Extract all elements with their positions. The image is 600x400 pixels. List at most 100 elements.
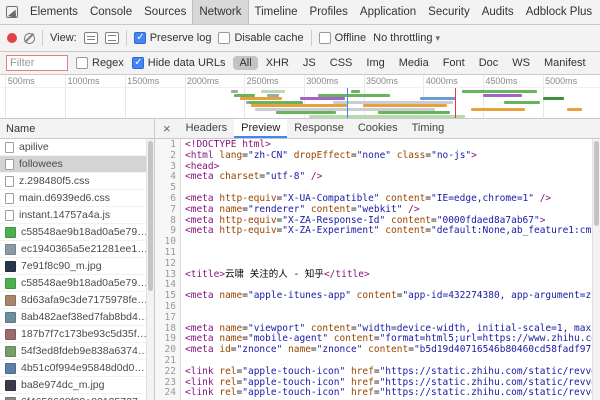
waterfall-bar [300,97,345,100]
request-row[interactable]: instant.14757a4a.js [0,207,154,224]
hide-data-urls-checkbox[interactable]: Hide data URLs [132,57,226,69]
filter-type-ws[interactable]: WS [506,56,536,70]
request-row[interactable]: 8ab482aef38ed7fab8bd4314d7d2c4 [0,309,154,326]
waterfall-bar [543,97,564,100]
panel-tabs: ElementsConsoleSourcesNetworkTimelinePro… [24,0,598,24]
request-name: c58548ae9b18ad0a5e79f64e85329f [21,277,149,289]
waterfall-area [0,88,600,118]
request-row[interactable]: ba8e974dc_m.jpg [0,377,154,394]
filter-type-js[interactable]: JS [297,56,322,70]
view-list-icon[interactable] [84,32,98,44]
tab-timing[interactable]: Timing [405,119,452,138]
filter-type-media[interactable]: Media [393,56,435,70]
filter-type-all[interactable]: All [233,56,257,70]
line-number: 7 [155,205,176,216]
tab-cookies[interactable]: Cookies [351,119,405,138]
code-token: <link [185,387,214,398]
record-button[interactable] [7,33,17,43]
scrollbar-thumb[interactable] [148,141,153,291]
throttling-dropdown[interactable]: No throttling ▾ [373,32,440,44]
code-token: "webkit" [357,204,403,215]
code-token: rel [219,387,236,398]
devtools-window: ElementsConsoleSourcesNetworkTimelinePro… [0,0,600,400]
request-name: apilive [19,141,49,153]
code-token: name [219,333,242,344]
filter-type-css[interactable]: CSS [324,56,359,70]
tab-timeline[interactable]: Timeline [249,0,304,24]
code-token: "app-id=432274380, app-argument=zhihu://… [402,290,600,301]
preserve-log-label: Preserve log [150,32,212,44]
waterfall-bar [483,94,522,97]
tab-elements[interactable]: Elements [24,0,84,24]
checkbox-icon [132,57,144,69]
code-token: content [311,204,351,215]
request-row[interactable]: main.d6939ed6.css [0,190,154,207]
request-row[interactable]: 54f3ed8fdeb9e838a6374f85cd2ea1 [0,343,154,360]
tab-profiles[interactable]: Profiles [304,0,354,24]
tab-headers[interactable]: Headers [179,119,235,138]
tab-adblock-plus[interactable]: Adblock Plus [520,0,598,24]
filter-type-doc[interactable]: Doc [473,56,505,70]
preserve-log-checkbox[interactable]: Preserve log [134,32,212,44]
tab-console[interactable]: Console [84,0,138,24]
scrollbar-thumb[interactable] [594,141,599,226]
checkbox-icon [76,57,88,69]
image-thumb-icon [5,278,16,289]
request-row[interactable]: z.298480f5.css [0,173,154,190]
disable-cache-checkbox[interactable]: Disable cache [218,32,303,44]
tab-network[interactable]: Network [192,0,248,24]
filter-type-img[interactable]: Img [360,56,390,70]
timeline-overview[interactable]: 500ms1000ms1500ms2000ms2500ms3000ms3500m… [0,75,600,119]
request-row[interactable]: 8d63afa9c3de7175978fe85a5d4312 [0,292,154,309]
code-line [185,248,600,259]
code-token: <meta [185,344,214,355]
filter-type-xhr[interactable]: XHR [260,56,295,70]
request-row[interactable]: c58548ae9b18ad0a5e79f64e85329f [0,275,154,292]
code-token: dropEffect [294,150,351,161]
inspect-element-icon[interactable] [6,6,18,18]
code-token: "default:None,ab_feature1:cmt_v1" [431,225,600,236]
waterfall-bar [420,97,456,100]
tab-audits[interactable]: Audits [476,0,520,24]
request-row[interactable]: 187b7f7c173be93c5d35fe2a0d8c31 [0,326,154,343]
scrollbar[interactable] [146,139,154,400]
name-column-header[interactable]: Name [0,119,154,139]
code-token: "znonce" [237,344,283,355]
network-filter-bar: Regex Hide data URLs AllXHRJSCSSImgMedia… [0,52,600,75]
waterfall-bar [276,111,336,114]
code-token: "width=device-width, initial-scale=1, ma… [357,323,600,334]
tab-preview[interactable]: Preview [234,119,287,138]
filter-type-manifest[interactable]: Manifest [538,56,592,70]
tab-security[interactable]: Security [422,0,476,24]
request-row[interactable]: 6f4659608f08e82135737d7f2a6442 [0,394,154,400]
code-token: "https://static.zhihu.com/static/revved/… [380,366,600,377]
scrollbar[interactable] [592,139,600,400]
request-row[interactable]: ec1940365a5e21281ee17636532114 [0,241,154,258]
response-code-view[interactable]: 123456789101112131415161718192021222324 … [155,139,600,400]
tab-response[interactable]: Response [287,119,351,138]
request-row[interactable]: apilive [0,139,154,156]
request-row[interactable]: 7e91f8c90_m.jpg [0,258,154,275]
view-overview-icon[interactable] [105,32,119,44]
offline-checkbox[interactable]: Offline [319,32,367,44]
filter-type-font[interactable]: Font [437,56,471,70]
request-row[interactable]: followees [0,156,154,173]
filter-type-other[interactable]: Other [594,56,600,70]
code-token: 云啸 关注的人 - 知乎 [225,269,324,280]
code-token: href [351,366,374,377]
regex-checkbox[interactable]: Regex [76,57,124,69]
waterfall-bar [267,94,279,97]
clear-button[interactable] [24,33,35,44]
close-icon[interactable]: × [155,121,179,136]
filter-input[interactable] [6,55,68,71]
waterfall-bar [231,90,238,93]
code-token: <link [185,366,214,377]
tab-application[interactable]: Application [354,0,422,24]
code-token: /> [534,193,551,204]
code-token: <meta [185,323,214,334]
timeline-tick-label: 3500ms [366,76,398,86]
tab-sources[interactable]: Sources [138,0,192,24]
request-row[interactable]: 4b51c0f994e95848d0d0da09e3f1b2 [0,360,154,377]
request-name: followees [19,158,63,170]
request-row[interactable]: c58548ae9b18ad0a5e79f64e85329f [0,224,154,241]
